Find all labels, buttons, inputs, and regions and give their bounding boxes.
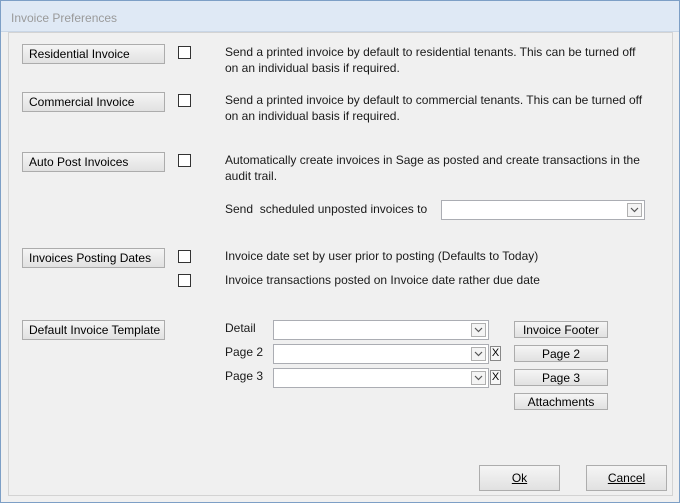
commercial-invoice-button[interactable]: Commercial Invoice bbox=[22, 92, 165, 112]
attachments-button-label: Attachments bbox=[527, 394, 595, 409]
dialog-body: Residential Invoice Send a printed invoi… bbox=[8, 32, 673, 496]
page2-button[interactable]: Page 2 bbox=[514, 345, 608, 362]
attachments-button[interactable]: Attachments bbox=[514, 393, 608, 410]
invoice-preferences-window: Invoice Preferences Residential Invoice … bbox=[0, 0, 680, 503]
invoice-transactions-date-label: Invoice transactions posted on Invoice d… bbox=[225, 273, 540, 287]
ok-button[interactable]: Ok bbox=[479, 465, 560, 491]
invoice-date-user-checkbox[interactable] bbox=[178, 250, 191, 263]
invoices-posting-dates-button-label: Invoices Posting Dates bbox=[29, 251, 152, 265]
detail-dropdown[interactable] bbox=[273, 320, 489, 340]
send-unposted-dropdown[interactable] bbox=[441, 200, 645, 220]
title-bar[interactable]: Invoice Preferences bbox=[1, 1, 679, 32]
page3-label: Page 3 bbox=[225, 369, 264, 383]
invoice-transactions-date-checkbox[interactable] bbox=[178, 274, 191, 287]
invoice-footer-button[interactable]: Invoice Footer bbox=[514, 321, 608, 338]
chevron-down-icon[interactable] bbox=[627, 203, 642, 217]
invoices-posting-dates-button[interactable]: Invoices Posting Dates bbox=[22, 248, 165, 268]
default-invoice-template-button-label: Default Invoice Template bbox=[29, 323, 161, 337]
autopost-description-line2: audit trail. bbox=[225, 169, 278, 183]
detail-label: Detail bbox=[225, 321, 256, 335]
page3-dropdown[interactable] bbox=[273, 368, 489, 388]
residential-invoice-button[interactable]: Residential Invoice bbox=[22, 44, 165, 64]
commercial-invoice-button-label: Commercial Invoice bbox=[29, 95, 135, 109]
page3-button-label: Page 3 bbox=[541, 370, 581, 385]
auto-post-invoices-checkbox[interactable] bbox=[178, 154, 191, 167]
page2-dropdown[interactable] bbox=[273, 344, 489, 364]
cancel-button-label: Cancel bbox=[607, 471, 646, 485]
window-title: Invoice Preferences bbox=[11, 11, 118, 25]
chevron-down-icon[interactable] bbox=[471, 323, 486, 337]
residential-description-line1: Send a printed invoice by default to res… bbox=[225, 45, 636, 59]
residential-invoice-checkbox[interactable] bbox=[178, 46, 191, 59]
commercial-invoice-checkbox[interactable] bbox=[178, 94, 191, 107]
send-unposted-label: Send scheduled unposted invoices to bbox=[225, 202, 428, 216]
invoice-date-user-label: Invoice date set by user prior to postin… bbox=[225, 249, 539, 263]
page3-clear-button[interactable]: X bbox=[490, 370, 501, 385]
page2-label: Page 2 bbox=[225, 345, 264, 359]
commercial-description-line2: on an individual basis if required. bbox=[225, 109, 400, 123]
residential-invoice-button-label: Residential Invoice bbox=[29, 47, 130, 61]
default-invoice-template-button[interactable]: Default Invoice Template bbox=[22, 320, 165, 340]
invoice-footer-button-label: Invoice Footer bbox=[522, 322, 600, 337]
ok-button-label: Ok bbox=[511, 471, 528, 485]
cancel-button[interactable]: Cancel bbox=[586, 465, 667, 491]
auto-post-invoices-button[interactable]: Auto Post Invoices bbox=[22, 152, 165, 172]
residential-description-line2: on an individual basis if required. bbox=[225, 61, 400, 75]
page2-clear-button[interactable]: X bbox=[490, 346, 501, 361]
page3-button[interactable]: Page 3 bbox=[514, 369, 608, 386]
autopost-description-line1: Automatically create invoices in Sage as… bbox=[225, 153, 640, 167]
commercial-description-line1: Send a printed invoice by default to com… bbox=[225, 93, 643, 107]
chevron-down-icon[interactable] bbox=[471, 371, 486, 385]
auto-post-invoices-button-label: Auto Post Invoices bbox=[29, 155, 129, 169]
chevron-down-icon[interactable] bbox=[471, 347, 486, 361]
page2-button-label: Page 2 bbox=[541, 346, 581, 361]
